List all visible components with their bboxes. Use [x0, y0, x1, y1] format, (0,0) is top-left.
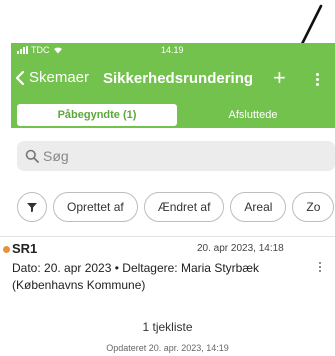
signal-icon [17, 46, 28, 54]
filter-chip-zone[interactable]: Zo [292, 192, 335, 222]
page-title: Sikkerhedsrundering [103, 70, 254, 87]
item-description: Dato: 20. apr 2023 • Deltagere: Maria St… [12, 261, 259, 292]
item-menu-icon[interactable] [319, 262, 322, 274]
add-button[interactable]: + [273, 67, 286, 89]
item-date: 20. apr 2023, 14:18 [197, 243, 284, 254]
search-icon [25, 149, 39, 163]
more-menu-icon[interactable] [316, 73, 320, 88]
filter-chip-created-by[interactable]: Oprettet af [53, 192, 138, 222]
filter-icon [27, 203, 37, 212]
back-button[interactable]: Skemaer [15, 69, 89, 86]
updated-timestamp: Opdateret 20. apr. 2023, 14:19 [106, 343, 229, 353]
navigation-bar: Skemaer Sikkerhedsrundering + [11, 67, 335, 93]
status-bar: TDC 14.19 [11, 45, 335, 57]
divider [0, 236, 335, 237]
filter-chip-area[interactable]: Areal [230, 192, 287, 222]
wifi-icon [53, 47, 62, 54]
tab-bar: Påbegyndte (1) Afsluttede [11, 104, 335, 126]
search-placeholder: Søg [43, 148, 69, 164]
carrier-name: TDC [31, 45, 50, 55]
search-input[interactable]: Søg [17, 141, 335, 171]
tab-started[interactable]: Påbegyndte (1) [17, 104, 177, 126]
status-time: 14.19 [161, 45, 184, 55]
tab-finished[interactable]: Afsluttede [177, 104, 329, 126]
carrier-indicator: TDC [17, 45, 63, 55]
status-dot [3, 246, 10, 253]
filter-chips: Oprettet af Ændret af Areal Zo [17, 192, 335, 222]
app-header: TDC 14.19 Skemaer Sikkerhedsrundering + … [11, 43, 335, 128]
chevron-left-icon [15, 70, 25, 85]
filter-button[interactable] [17, 192, 47, 222]
filter-chip-changed-by[interactable]: Ændret af [143, 192, 225, 222]
checklist-count[interactable]: 1 tjekliste [0, 320, 335, 334]
item-title[interactable]: SR1 [12, 241, 37, 256]
back-label: Skemaer [29, 69, 90, 86]
